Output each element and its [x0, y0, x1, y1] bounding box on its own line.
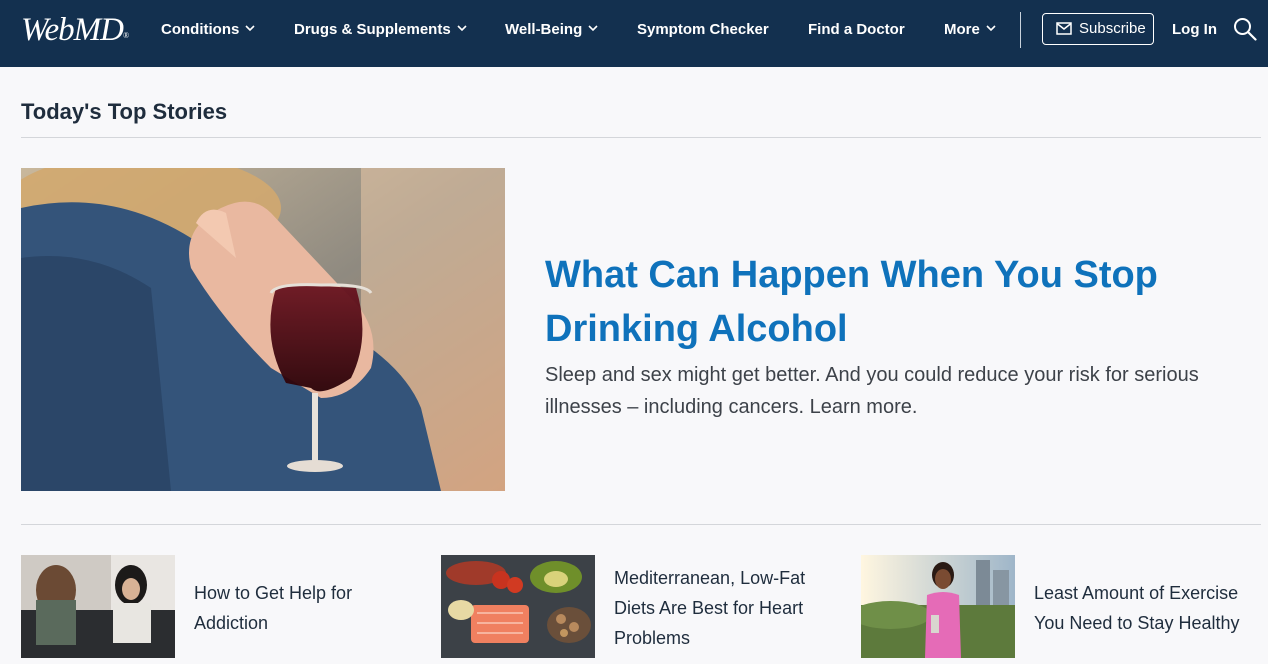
nav-drugs-supplements[interactable]: Drugs & Supplements — [294, 0, 467, 60]
nav-conditions-label[interactable]: Conditions — [161, 21, 239, 38]
story-link-exercise[interactable]: Least Amount of Exercise You Need to Sta… — [1034, 578, 1264, 638]
story-link-diet[interactable]: Mediterranean, Low-Fat Diets Are Best fo… — [614, 563, 844, 653]
login-link[interactable]: Log In — [1172, 0, 1217, 60]
hero-image[interactable] — [21, 168, 505, 491]
nav-well-being-label[interactable]: Well-Being — [505, 21, 582, 38]
top-nav: WebMD® Conditions Drugs & Supplements We… — [0, 0, 1268, 67]
story-thumbnail-diet[interactable] — [441, 555, 595, 658]
chevron-down-icon — [457, 24, 467, 31]
nav-more-label[interactable]: More — [944, 21, 980, 38]
logo-text[interactable]: WebMD — [21, 12, 124, 48]
hero-headline-link[interactable]: What Can Happen When You Stop Drinking A… — [545, 248, 1225, 356]
hero-description: Sleep and sex might get better. And you … — [545, 364, 1199, 418]
login-label[interactable]: Log In — [1172, 21, 1217, 38]
hero-image-illustration — [21, 168, 505, 491]
subscribe-label[interactable]: Subscribe — [1079, 14, 1146, 44]
registered-mark: ® — [122, 31, 129, 40]
addiction-thumbnail-illustration — [21, 555, 175, 658]
mail-icon — [1056, 22, 1072, 35]
nav-symptom-checker[interactable]: Symptom Checker — [637, 0, 769, 60]
chevron-down-icon — [986, 24, 996, 31]
chevron-down-icon — [588, 24, 598, 31]
exercise-thumbnail-illustration — [861, 555, 1015, 658]
story-thumbnail-exercise[interactable] — [861, 555, 1015, 658]
story-link-addiction[interactable]: How to Get Help for Addiction — [194, 578, 414, 638]
nav-well-being[interactable]: Well-Being — [505, 0, 598, 60]
webmd-logo[interactable]: WebMD® — [21, 10, 129, 50]
subscribe-button[interactable]: Subscribe — [1042, 13, 1154, 45]
story-thumbnail-addiction[interactable] — [21, 555, 175, 658]
section-title: Today's Top Stories — [21, 99, 228, 124]
nav-find-a-doctor-label[interactable]: Find a Doctor — [808, 21, 905, 38]
nav-drugs-supplements-label[interactable]: Drugs & Supplements — [294, 21, 451, 38]
nav-divider — [1020, 12, 1021, 48]
nav-symptom-checker-label[interactable]: Symptom Checker — [637, 21, 769, 38]
diet-thumbnail-illustration — [441, 555, 595, 658]
search-icon[interactable] — [1233, 17, 1257, 41]
chevron-down-icon — [245, 24, 255, 31]
hero-divider — [21, 524, 1261, 525]
section-divider — [21, 137, 1261, 138]
nav-conditions[interactable]: Conditions — [161, 0, 255, 60]
nav-more[interactable]: More — [944, 0, 996, 60]
nav-find-a-doctor[interactable]: Find a Doctor — [808, 0, 905, 60]
